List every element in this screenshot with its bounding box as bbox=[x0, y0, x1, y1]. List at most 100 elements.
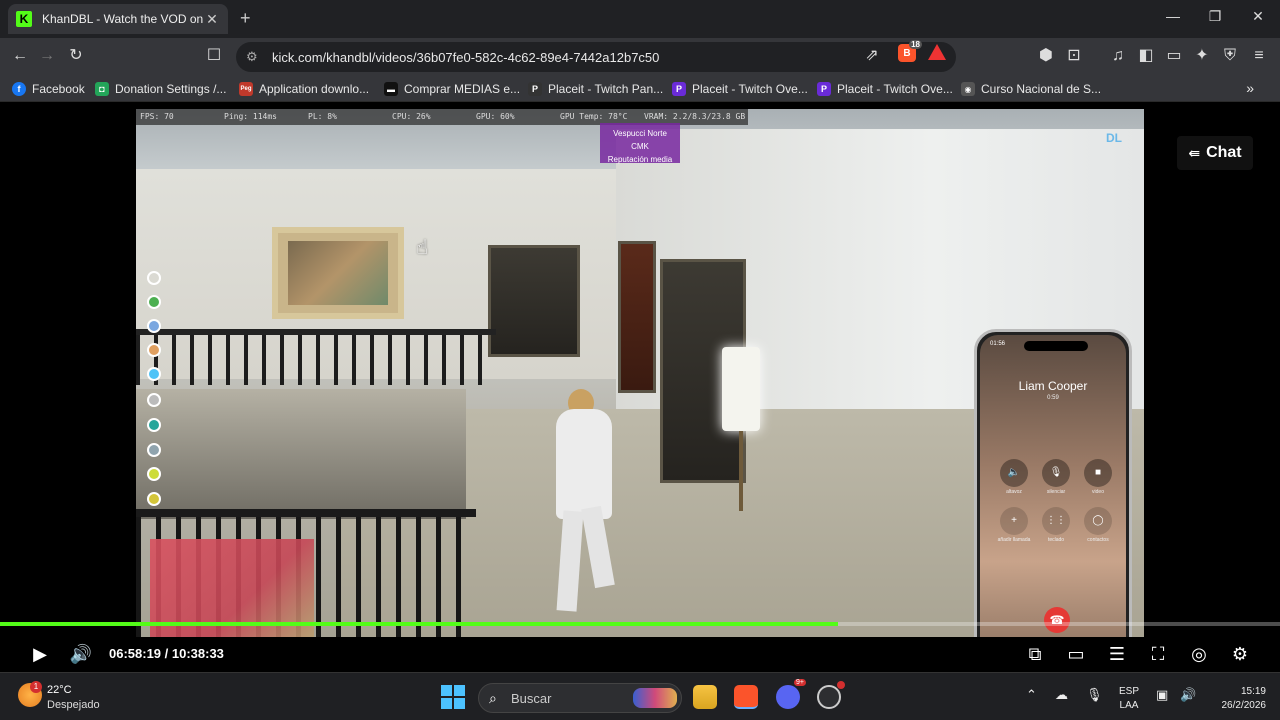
taskbar-search[interactable]: ⌕ Buscar bbox=[478, 683, 682, 713]
health-icon bbox=[147, 295, 161, 309]
chat-toggle-button[interactable]: ⇚ Chat bbox=[1177, 136, 1253, 170]
video-icon: ■ bbox=[1084, 459, 1112, 487]
bookmark-label: Placeit - Twitch Pan... bbox=[548, 82, 664, 96]
bookmark-item[interactable]: P Placeit - Twitch Ove... bbox=[672, 80, 808, 98]
weather-temp: 22°C bbox=[47, 684, 72, 696]
windows-start-icon[interactable] bbox=[441, 685, 465, 709]
scene-painting bbox=[272, 227, 404, 319]
tray-mic-icon[interactable]: 🎙 bbox=[1086, 687, 1103, 703]
reload-icon[interactable]: ↻ bbox=[66, 46, 86, 66]
bookmark-item[interactable]: Peg Application downlo... bbox=[239, 80, 369, 98]
search-icon: ⌕ bbox=[489, 690, 497, 706]
extensions-icon[interactable]: ⬢ bbox=[1036, 46, 1056, 66]
new-tab-icon[interactable]: + bbox=[240, 8, 251, 29]
screenshot-icon[interactable]: ⊡ bbox=[1064, 46, 1084, 66]
bookmark-icon[interactable]: ☐ bbox=[204, 46, 224, 66]
bookmark-item[interactable]: P Placeit - Twitch Pan... bbox=[528, 80, 663, 98]
minimize-icon[interactable]: — bbox=[1163, 8, 1183, 24]
forward-icon[interactable]: → bbox=[37, 46, 57, 66]
scene-lamp bbox=[722, 347, 760, 431]
bookmark-item[interactable]: ◘ Donation Settings /... bbox=[95, 80, 226, 98]
tray-overflow-icon[interactable]: ⌃ bbox=[1026, 687, 1037, 703]
share-icon[interactable]: ⇗ bbox=[862, 46, 882, 66]
tab-close-icon[interactable]: ✕ bbox=[204, 11, 220, 28]
contacts-icon: ◯ bbox=[1084, 507, 1112, 535]
medias-icon: ▬ bbox=[384, 82, 398, 96]
sidebar-icon[interactable]: ◧ bbox=[1136, 46, 1156, 66]
brave-browser-icon[interactable] bbox=[734, 685, 758, 709]
fullscreen-icon[interactable]: ⛶ bbox=[1146, 642, 1170, 666]
bookmark-label: Curso Nacional de S... bbox=[981, 82, 1102, 96]
browser-tab-active[interactable]: K KhanDBL - Watch the VOD on Ki ✕ bbox=[8, 4, 228, 34]
volume-icon[interactable]: 🔊 bbox=[69, 642, 93, 666]
address-bar[interactable]: ⚙ kick.com/khandbl/videos/36b07fe0-582c-… bbox=[236, 42, 956, 72]
settings-gear-icon[interactable]: ⚙ bbox=[1228, 642, 1252, 666]
vpn-icon[interactable]: ⛨ bbox=[1220, 46, 1240, 66]
menu-icon[interactable]: ≡ bbox=[1249, 46, 1269, 66]
bookmark-label: Placeit - Twitch Ove... bbox=[837, 82, 953, 96]
hud-gpu: GPU: 60% bbox=[476, 112, 515, 121]
file-explorer-icon[interactable] bbox=[693, 685, 717, 709]
onedrive-icon[interactable]: ☁ bbox=[1055, 687, 1068, 703]
back-icon[interactable]: ← bbox=[10, 46, 30, 66]
brave-rewards-icon[interactable] bbox=[928, 44, 946, 60]
keypad-icon: ⋮⋮ bbox=[1042, 507, 1070, 535]
bookmarks-overflow-icon[interactable]: » bbox=[1246, 80, 1254, 96]
phone-button-label: contactos bbox=[1087, 537, 1109, 543]
bookmark-item[interactable]: ◉ Curso Nacional de S... bbox=[961, 80, 1101, 98]
hud-fps: FPS: 70 bbox=[140, 112, 174, 121]
app-notification-dot bbox=[837, 681, 845, 689]
captions-icon[interactable]: ☰ bbox=[1105, 642, 1129, 666]
brave-shields-icon[interactable]: B 18 bbox=[898, 40, 922, 62]
bookmark-item[interactable]: f Facebook bbox=[12, 80, 85, 98]
theater-icon[interactable]: ▭ bbox=[1064, 642, 1088, 666]
app-download-icon: Peg bbox=[239, 82, 253, 96]
network-icon[interactable]: ▣ bbox=[1156, 687, 1168, 703]
video-timecode: 06:58:19 / 10:38:33 bbox=[109, 646, 224, 661]
chat-collapse-icon: ⇚ bbox=[1188, 144, 1201, 161]
hud-status-icon bbox=[147, 271, 161, 285]
bookmark-item[interactable]: ▬ Comprar MEDIAS e... bbox=[384, 80, 520, 98]
mic-icon: 🎙 bbox=[1042, 459, 1070, 487]
url-text: kick.com/khandbl/videos/36b07fe0-582c-4c… bbox=[272, 49, 660, 65]
play-icon[interactable]: ▶ bbox=[28, 642, 52, 666]
scene-door bbox=[618, 241, 656, 393]
thirst-icon bbox=[147, 367, 161, 381]
donation-icon: ◘ bbox=[95, 82, 109, 96]
nametag-name: CMK bbox=[631, 142, 649, 151]
bookmark-item[interactable]: P Placeit - Twitch Ove... bbox=[817, 80, 953, 98]
armor-icon bbox=[147, 319, 161, 333]
system-clock[interactable]: 15:19 26/2/2026 bbox=[1210, 685, 1267, 713]
discord-icon[interactable]: 9+ bbox=[776, 679, 806, 709]
curso-icon: ◉ bbox=[961, 82, 975, 96]
video-progress-bar[interactable] bbox=[0, 622, 1280, 626]
playback-speed-icon[interactable]: ◎ bbox=[1187, 642, 1211, 666]
miniplayer-icon[interactable]: ⧉ bbox=[1023, 642, 1047, 666]
placeit-purple-icon: P bbox=[672, 82, 686, 96]
scene-stairwell bbox=[136, 389, 466, 519]
maximize-icon[interactable]: ❐ bbox=[1205, 8, 1225, 25]
search-highlight-icon bbox=[633, 688, 677, 708]
kick-favicon-icon: K bbox=[16, 11, 32, 27]
nametag-reputation: Reputación media bbox=[607, 155, 673, 164]
hud-ping: Ping: 114ms bbox=[224, 112, 277, 121]
speaker-tray-icon[interactable]: 🔊 bbox=[1180, 687, 1196, 703]
site-info-icon[interactable]: ⚙ bbox=[246, 49, 258, 65]
phone-status-time: 01:56 bbox=[990, 341, 1006, 347]
video-frame[interactable]: FPS: 70 Ping: 114ms PL: 8% CPU: 26% GPU:… bbox=[136, 109, 1144, 637]
hangup-icon: ☎ bbox=[1044, 607, 1070, 633]
media-icon[interactable]: ♫ bbox=[1108, 46, 1128, 66]
stress-icon bbox=[147, 467, 161, 481]
server-logo-icon: DL bbox=[1106, 131, 1122, 145]
phone-dynamic-island bbox=[1024, 341, 1088, 351]
speaker-icon: 🔈 bbox=[1000, 459, 1028, 487]
facebook-icon: f bbox=[12, 82, 26, 96]
window-close-icon[interactable]: ✕ bbox=[1248, 8, 1268, 25]
wallet-icon[interactable]: ▭ bbox=[1164, 46, 1184, 66]
phone-button-label: silenciar bbox=[1046, 489, 1066, 495]
add-call-icon: + bbox=[1000, 507, 1028, 535]
app-icon[interactable] bbox=[817, 681, 845, 709]
phone-button-label: añadir llamada bbox=[997, 537, 1031, 543]
language-indicator[interactable]: ESP LAA bbox=[1119, 685, 1139, 713]
leo-ai-icon[interactable]: ✦ bbox=[1192, 46, 1212, 66]
